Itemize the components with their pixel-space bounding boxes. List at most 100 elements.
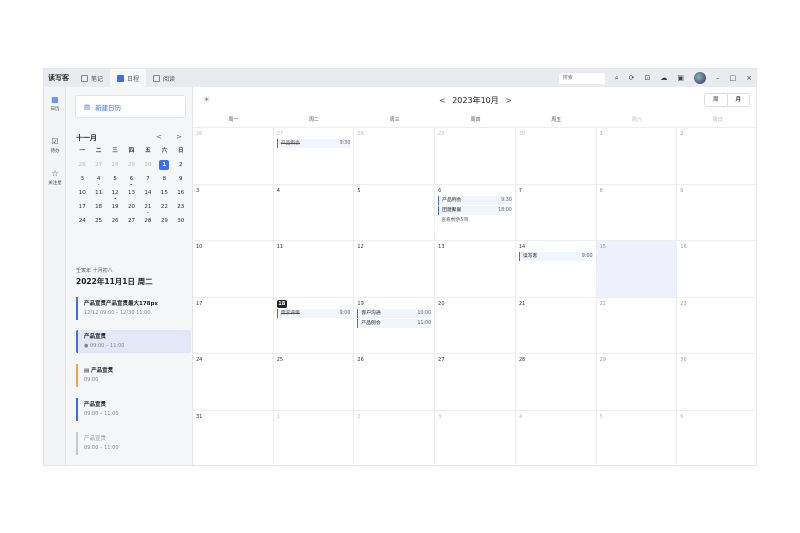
- mini-day[interactable]: 10: [74, 187, 90, 200]
- day-cell[interactable]: 4: [273, 184, 355, 241]
- mini-day[interactable]: 19: [107, 201, 123, 214]
- day-cell[interactable]: 21: [515, 297, 597, 354]
- mini-day[interactable]: 6: [123, 173, 139, 186]
- mini-day[interactable]: 2: [173, 159, 189, 172]
- prev-month-button[interactable]: <: [435, 96, 450, 105]
- day-cell[interactable]: 20: [435, 297, 516, 354]
- more-events-link[interactable]: 查看剩余5项: [438, 216, 512, 225]
- day-cell[interactable]: 2: [677, 128, 756, 185]
- day-cell[interactable]: 23: [677, 298, 756, 354]
- calendar-event[interactable]: 产品例会 9:30: [276, 139, 351, 148]
- mini-day[interactable]: 12: [107, 187, 123, 200]
- minimize-icon[interactable]: –: [716, 74, 720, 82]
- sidebar-event[interactable]: ▤ 产品宣贯 09:00: [76, 364, 191, 387]
- archive-icon[interactable]: ▣: [677, 74, 684, 82]
- day-cell[interactable]: 27: [435, 354, 516, 411]
- day-cell[interactable]: 12: [354, 241, 436, 298]
- day-cell[interactable]: 17: [193, 297, 274, 354]
- day-cell[interactable]: 2: [354, 410, 436, 465]
- sync-icon[interactable]: ⟳: [629, 74, 635, 82]
- day-cell[interactable]: 4: [516, 410, 597, 465]
- day-cell[interactable]: 30: [677, 354, 756, 411]
- mini-day[interactable]: 28: [107, 159, 123, 172]
- day-cell[interactable]: 28: [515, 354, 597, 411]
- mini-day[interactable]: 14: [140, 187, 156, 200]
- mini-day[interactable]: 4: [90, 173, 106, 186]
- mini-day[interactable]: 29: [123, 159, 139, 172]
- mini-day[interactable]: 8: [156, 173, 172, 186]
- day-cell[interactable]: 31: [193, 410, 274, 465]
- mini-day[interactable]: 7: [140, 173, 156, 186]
- day-cell[interactable]: 26: [354, 354, 436, 411]
- mini-day[interactable]: 22: [156, 201, 172, 214]
- maximize-icon[interactable]: □: [730, 74, 737, 82]
- next-month-button[interactable]: >: [501, 96, 516, 105]
- mini-day[interactable]: 27: [90, 159, 106, 172]
- view-month-button[interactable]: 月: [726, 94, 749, 106]
- sidebar-event[interactable]: 产品宣贯 09:00 – 11:00: [76, 432, 191, 455]
- mini-day[interactable]: 26: [107, 215, 123, 228]
- tab-schedule[interactable]: 日程: [110, 69, 147, 87]
- search-input[interactable]: [558, 72, 605, 84]
- day-cell[interactable]: 3: [193, 184, 274, 241]
- calendar-event[interactable]: 客户沟通 10:00: [357, 308, 432, 318]
- close-icon[interactable]: ×: [746, 74, 752, 82]
- tab-notes[interactable]: 笔记: [74, 69, 110, 87]
- day-cell[interactable]: 7: [515, 184, 597, 241]
- day-cell[interactable]: 8: [596, 184, 678, 241]
- mini-day[interactable]: 13: [123, 187, 139, 200]
- mini-next-button[interactable]: >: [176, 133, 188, 141]
- mini-day[interactable]: 21: [140, 201, 156, 214]
- day-cell[interactable]: 26: [193, 128, 274, 185]
- day-cell[interactable]: 11: [273, 241, 355, 298]
- mini-day[interactable]: 30: [140, 159, 156, 172]
- day-cell[interactable]: 19 客户沟通 10:00 产品例会 11:00: [354, 297, 436, 354]
- mini-day[interactable]: 18: [90, 201, 106, 214]
- sidebar-event[interactable]: 产品宣贯产品宣贯最大178px 12/12 09:00 – 12/30 11:00: [76, 297, 191, 320]
- day-cell[interactable]: 9: [677, 185, 756, 241]
- mini-day[interactable]: 26: [74, 159, 90, 172]
- avatar[interactable]: [694, 72, 706, 84]
- search-icon[interactable]: ⌕: [615, 74, 619, 82]
- calendar-event[interactable]: 读写客 9:00: [518, 252, 593, 261]
- day-cell[interactable]: 25: [273, 354, 355, 411]
- mini-day[interactable]: 9: [173, 173, 189, 186]
- rail-item-todo[interactable]: ☑ 待办: [44, 137, 66, 154]
- mini-day[interactable]: 27: [123, 215, 139, 228]
- calendar-event[interactable]: 产品例会 9:30: [438, 195, 512, 205]
- day-cell[interactable]: 27 产品例会 9:30: [273, 128, 355, 185]
- sidebar-event[interactable]: 产品宣贯 ● 09:00 – 11:00: [76, 330, 191, 353]
- mini-day[interactable]: 30: [173, 215, 189, 228]
- mini-day[interactable]: 3: [74, 173, 90, 186]
- mini-day[interactable]: 23: [173, 201, 189, 214]
- day-cell[interactable]: 1: [596, 128, 678, 185]
- rail-item-star[interactable]: ☆ 关注星: [44, 169, 66, 186]
- day-cell[interactable]: 28: [354, 128, 436, 185]
- rail-item-calendar[interactable]: ▦ 日历: [44, 95, 66, 112]
- cloud-icon[interactable]: ☁: [660, 74, 667, 82]
- day-cell[interactable]: 5: [597, 410, 678, 465]
- mini-day[interactable]: 17: [74, 201, 90, 214]
- day-cell[interactable]: 24: [193, 354, 274, 411]
- day-cell[interactable]: 1: [274, 410, 355, 465]
- mini-prev-button[interactable]: <: [156, 133, 168, 141]
- mini-day[interactable]: 1: [156, 159, 172, 172]
- day-cell[interactable]: 16: [677, 241, 756, 298]
- day-cell[interactable]: 3: [435, 410, 516, 465]
- day-cell[interactable]: 15: [596, 241, 678, 298]
- mini-day[interactable]: 29: [156, 215, 172, 228]
- day-cell[interactable]: 14 读写客 9:00: [515, 241, 597, 298]
- import-icon[interactable]: ⊡: [645, 74, 651, 82]
- sidebar-event[interactable]: 产品宣贯 09:00 – 11:00: [76, 398, 191, 421]
- mini-day[interactable]: 24: [74, 215, 90, 228]
- calendar-event[interactable]: 需求评审 9:00: [276, 308, 351, 318]
- mini-day[interactable]: 11: [90, 187, 106, 200]
- mini-day[interactable]: 5: [107, 173, 123, 186]
- tab-reading[interactable]: 阅读: [146, 69, 182, 87]
- mini-day[interactable]: 25: [90, 215, 106, 228]
- mini-day[interactable]: 28: [140, 215, 156, 228]
- day-cell[interactable]: 10: [193, 241, 274, 298]
- day-cell[interactable]: 13: [435, 241, 516, 298]
- day-cell[interactable]: 5: [354, 184, 436, 241]
- calendar-event[interactable]: 产品例会 11:00: [357, 318, 432, 328]
